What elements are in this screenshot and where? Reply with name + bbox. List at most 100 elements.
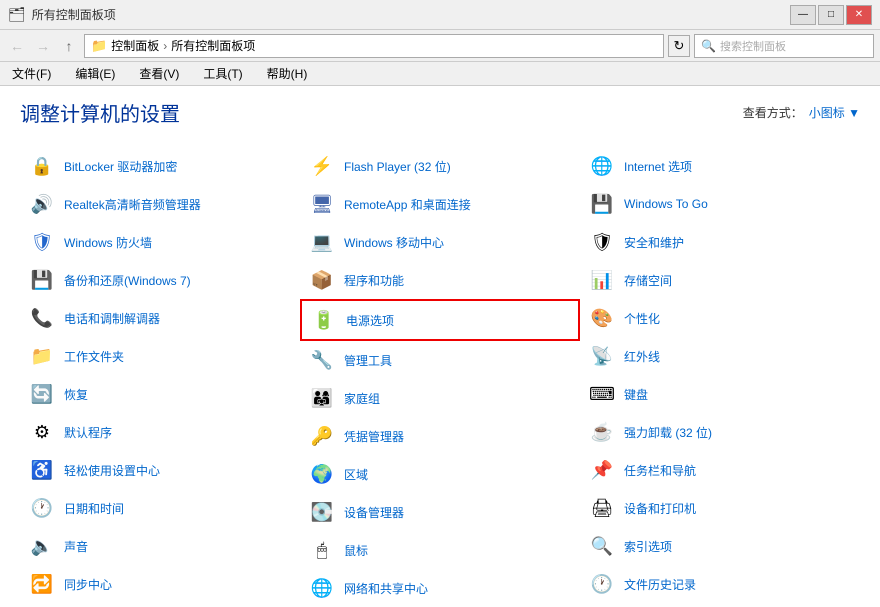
list-item[interactable]: 🔑 凭据管理器 (300, 417, 580, 455)
item-icon: 👨‍👩‍👧 (308, 384, 336, 412)
item-label[interactable]: 电话和调制解调器 (64, 310, 160, 327)
menu-edit[interactable]: 编辑(E) (71, 63, 119, 84)
list-item[interactable]: ♿ 轻松使用设置中心 (20, 451, 300, 489)
list-item[interactable]: 🖥 显示 (580, 603, 860, 607)
list-item[interactable]: ⚙ 默认程序 (20, 413, 300, 451)
list-item[interactable]: ⚡ Flash Player (32 位) (300, 147, 580, 185)
list-item[interactable]: 🌍 区域 (300, 455, 580, 493)
item-label[interactable]: Realtek高清晰音频管理器 (64, 196, 201, 213)
item-label[interactable]: 默认程序 (64, 424, 112, 441)
close-button[interactable]: ✕ (846, 5, 872, 25)
item-label[interactable]: 备份和还原(Windows 7) (64, 272, 191, 289)
address-path2: 所有控制面板项 (171, 37, 255, 54)
item-label[interactable]: 红外线 (624, 348, 660, 365)
item-icon: 🔄 (28, 380, 56, 408)
power-options-item[interactable]: 🔋 电源选项 (300, 299, 580, 341)
list-item[interactable]: 🕐 文件历史记录 (580, 565, 860, 603)
item-label[interactable]: Windows To Go (624, 197, 708, 211)
list-item[interactable]: 🛡 安全和维护 (580, 223, 860, 261)
minimize-button[interactable]: — (790, 5, 816, 25)
list-item[interactable]: 🔊 Realtek高清晰音频管理器 (20, 185, 300, 223)
list-item[interactable]: 🔄 恢复 (20, 375, 300, 413)
view-options: 查看方式： 小图标 ▼ (743, 104, 860, 121)
item-icon: 🖥 (308, 190, 336, 218)
item-label[interactable]: 电源选项 (346, 312, 394, 329)
list-item[interactable]: 👨‍👩‍👧 家庭组 (300, 379, 580, 417)
menu-help[interactable]: 帮助(H) (263, 63, 312, 84)
list-item[interactable]: 🛡 Windows 防火墙 (20, 223, 300, 261)
item-label[interactable]: 日期和时间 (64, 500, 124, 517)
item-label[interactable]: 声音 (64, 538, 88, 555)
back-button[interactable]: ← (6, 35, 28, 57)
list-item[interactable]: 💾 备份和还原(Windows 7) (20, 261, 300, 299)
list-item[interactable]: 🖱 鼠标 (300, 531, 580, 569)
item-label[interactable]: 工作文件夹 (64, 348, 124, 365)
list-item[interactable]: ☕ 强力卸载 (32 位) (580, 413, 860, 451)
list-item[interactable]: 📁 工作文件夹 (20, 337, 300, 375)
menu-tools[interactable]: 工具(T) (199, 63, 246, 84)
items-grid: 🔒 BitLocker 驱动器加密 🔊 Realtek高清晰音频管理器 🛡 Wi… (20, 147, 860, 607)
view-option-link[interactable]: 小图标 ▼ (809, 104, 860, 121)
list-item[interactable]: 💻 Windows 移动中心 (300, 223, 580, 261)
list-item[interactable]: 💽 设备管理器 (300, 493, 580, 531)
main-area: 调整计算机的设置 查看方式： 小图标 ▼ 🔒 BitLocker 驱动器加密 🔊 (0, 86, 880, 607)
forward-button[interactable]: → (32, 35, 54, 57)
item-label[interactable]: 个性化 (624, 310, 660, 327)
menu-bar: 文件(F) 编辑(E) 查看(V) 工具(T) 帮助(H) (0, 62, 880, 86)
list-item[interactable]: 🔈 声音 (20, 527, 300, 565)
title-bar-controls: — □ ✕ (790, 5, 872, 25)
list-item[interactable]: 📞 电话和调制解调器 (20, 299, 300, 337)
list-item[interactable]: ⌨ 键盘 (580, 375, 860, 413)
item-icon: 🔊 (28, 190, 56, 218)
item-label[interactable]: Windows 移动中心 (344, 234, 444, 251)
list-item[interactable]: 🖥 RemoteApp 和桌面连接 (300, 185, 580, 223)
item-label[interactable]: 鼠标 (344, 542, 368, 559)
item-icon: 🔍 (588, 532, 616, 560)
item-label[interactable]: 凭据管理器 (344, 428, 404, 445)
list-item[interactable]: 🖨 设备和打印机 (580, 489, 860, 527)
item-label[interactable]: 管理工具 (344, 352, 392, 369)
item-label[interactable]: 存储空间 (624, 272, 672, 289)
list-item[interactable]: 🎨 个性化 (580, 299, 860, 337)
item-label[interactable]: 网络和共享中心 (344, 580, 428, 597)
search-box[interactable]: 🔍 搜索控制面板 (694, 34, 874, 58)
item-label[interactable]: 索引选项 (624, 538, 672, 555)
item-label[interactable]: 强力卸载 (32 位) (624, 424, 712, 441)
item-label[interactable]: 区域 (344, 466, 368, 483)
item-label[interactable]: 安全和维护 (624, 234, 684, 251)
list-item[interactable]: 🔍 索引选项 (580, 527, 860, 565)
list-item[interactable]: 🌐 网络和共享中心 (300, 569, 580, 607)
menu-file[interactable]: 文件(F) (8, 63, 55, 84)
item-label[interactable]: 设备管理器 (344, 504, 404, 521)
list-item[interactable]: 🔒 BitLocker 驱动器加密 (20, 147, 300, 185)
item-label[interactable]: 设备和打印机 (624, 500, 696, 517)
list-item[interactable]: 📡 红外线 (580, 337, 860, 375)
list-item[interactable]: 📂 文件资源管理器选项 (20, 603, 300, 607)
list-item[interactable]: 🌐 Internet 选项 (580, 147, 860, 185)
up-button[interactable]: ↑ (58, 35, 80, 57)
item-label[interactable]: 程序和功能 (344, 272, 404, 289)
list-item[interactable]: 📦 程序和功能 (300, 261, 580, 299)
item-label[interactable]: 任务栏和导航 (624, 462, 696, 479)
item-label[interactable]: 恢复 (64, 386, 88, 403)
item-label[interactable]: 键盘 (624, 386, 648, 403)
address-box[interactable]: 📁 控制面板 › 所有控制面板项 (84, 34, 664, 58)
list-item[interactable]: 🕐 日期和时间 (20, 489, 300, 527)
item-label[interactable]: RemoteApp 和桌面连接 (344, 196, 471, 213)
list-item[interactable]: 📊 存储空间 (580, 261, 860, 299)
item-label[interactable]: 文件历史记录 (624, 576, 696, 593)
item-label[interactable]: Flash Player (32 位) (344, 158, 451, 175)
item-label[interactable]: 家庭组 (344, 390, 380, 407)
list-item[interactable]: 💾 Windows To Go (580, 185, 860, 223)
maximize-button[interactable]: □ (818, 5, 844, 25)
menu-view[interactable]: 查看(V) (135, 63, 183, 84)
item-label[interactable]: 轻松使用设置中心 (64, 462, 160, 479)
list-item[interactable]: 🔁 同步中心 (20, 565, 300, 603)
item-label[interactable]: 同步中心 (64, 576, 112, 593)
list-item[interactable]: 📌 任务栏和导航 (580, 451, 860, 489)
list-item[interactable]: 🔧 管理工具 (300, 341, 580, 379)
item-label[interactable]: Windows 防火墙 (64, 234, 152, 251)
item-label[interactable]: BitLocker 驱动器加密 (64, 158, 177, 175)
item-label[interactable]: Internet 选项 (624, 158, 692, 175)
refresh-button[interactable]: ↻ (668, 35, 690, 57)
